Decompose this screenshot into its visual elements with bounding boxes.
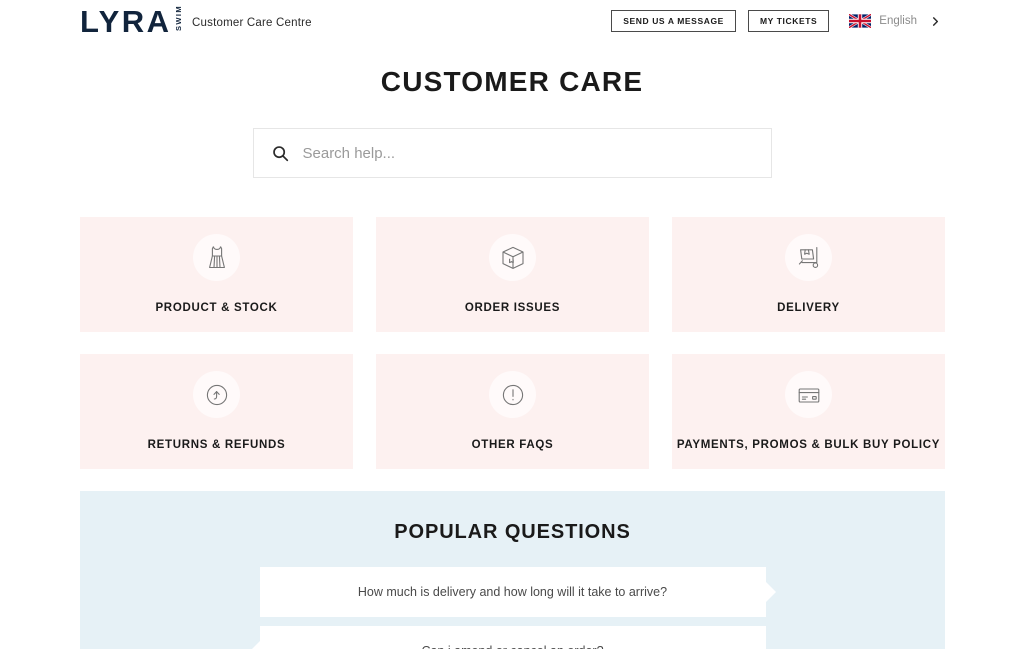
page-title: CUSTOMER CARE: [380, 66, 644, 97]
site-header: LYRA SWIM Customer Care Centre SEND US A…: [0, 0, 1024, 42]
header-actions: SEND US A MESSAGE MY TICKETS English: [611, 10, 940, 32]
category-label: ORDER ISSUES: [464, 302, 561, 314]
category-card-product-stock[interactable]: PRODUCT & STOCK: [80, 217, 353, 332]
language-label: English: [879, 15, 917, 27]
logo-wordmark: LYRA: [80, 3, 172, 39]
logo[interactable]: LYRA SWIM: [80, 3, 183, 39]
chevron-right-icon[interactable]: [931, 16, 940, 26]
return-arrow-icon: [206, 384, 227, 405]
category-card-order-issues[interactable]: ORDER ISSUES: [376, 217, 649, 332]
question-text: Can i amend or cancel an order?: [421, 644, 603, 649]
question-text: How much is delivery and how long will i…: [357, 585, 668, 599]
popular-questions-section: POPULAR QUESTIONS How much is delivery a…: [80, 491, 945, 649]
question-card-amend-cancel[interactable]: Can i amend or cancel an order?: [259, 626, 766, 649]
question-row: Can i amend or cancel an order?: [80, 626, 945, 649]
send-us-a-message-button[interactable]: SEND US A MESSAGE: [611, 10, 736, 32]
dress-icon: [208, 245, 225, 268]
icon-badge: [193, 371, 240, 418]
popular-questions-title: POPULAR QUESTIONS: [394, 521, 631, 543]
logo-subtext-swim: SWIM: [173, 4, 183, 31]
popular-questions-list: How much is delivery and how long will i…: [80, 567, 945, 649]
question-card-delivery[interactable]: How much is delivery and how long will i…: [259, 567, 766, 617]
category-label: PRODUCT & STOCK: [155, 302, 278, 314]
search-section: [0, 128, 1024, 178]
uk-flag-icon: [849, 14, 872, 28]
category-label: OTHER FAQS: [471, 439, 554, 451]
category-card-other-faqs[interactable]: OTHER FAQS: [376, 354, 649, 469]
hand-truck-icon: [798, 246, 818, 268]
box-icon: [501, 246, 524, 269]
language-selector[interactable]: English: [849, 14, 940, 28]
search-box[interactable]: [252, 128, 772, 178]
icon-badge: [785, 371, 832, 418]
category-card-returns-refunds[interactable]: RETURNS & REFUNDS: [80, 354, 353, 469]
category-label: DELIVERY: [777, 302, 840, 314]
search-input[interactable]: [302, 144, 753, 162]
question-row: How much is delivery and how long will i…: [80, 567, 945, 617]
credit-card-icon: [798, 387, 819, 403]
category-grid: PRODUCT & STOCK ORDER ISSUES DELIVERY RE…: [80, 217, 945, 469]
search-icon: [272, 145, 288, 161]
brand-lockup[interactable]: LYRA SWIM Customer Care Centre: [80, 3, 312, 39]
category-card-delivery[interactable]: DELIVERY: [672, 217, 945, 332]
my-tickets-button[interactable]: MY TICKETS: [747, 10, 830, 32]
exclamation-circle-icon: [502, 384, 523, 405]
icon-badge: [785, 234, 832, 281]
site-tagline: Customer Care Centre: [192, 17, 312, 29]
icon-badge: [489, 234, 536, 281]
icon-badge: [193, 234, 240, 281]
category-label: RETURNS & REFUNDS: [147, 439, 286, 451]
icon-badge: [489, 371, 536, 418]
category-card-payments-promos[interactable]: PAYMENTS, PROMOS & BULK BUY POLICY: [672, 354, 945, 469]
category-label: PAYMENTS, PROMOS & BULK BUY POLICY: [676, 439, 941, 451]
